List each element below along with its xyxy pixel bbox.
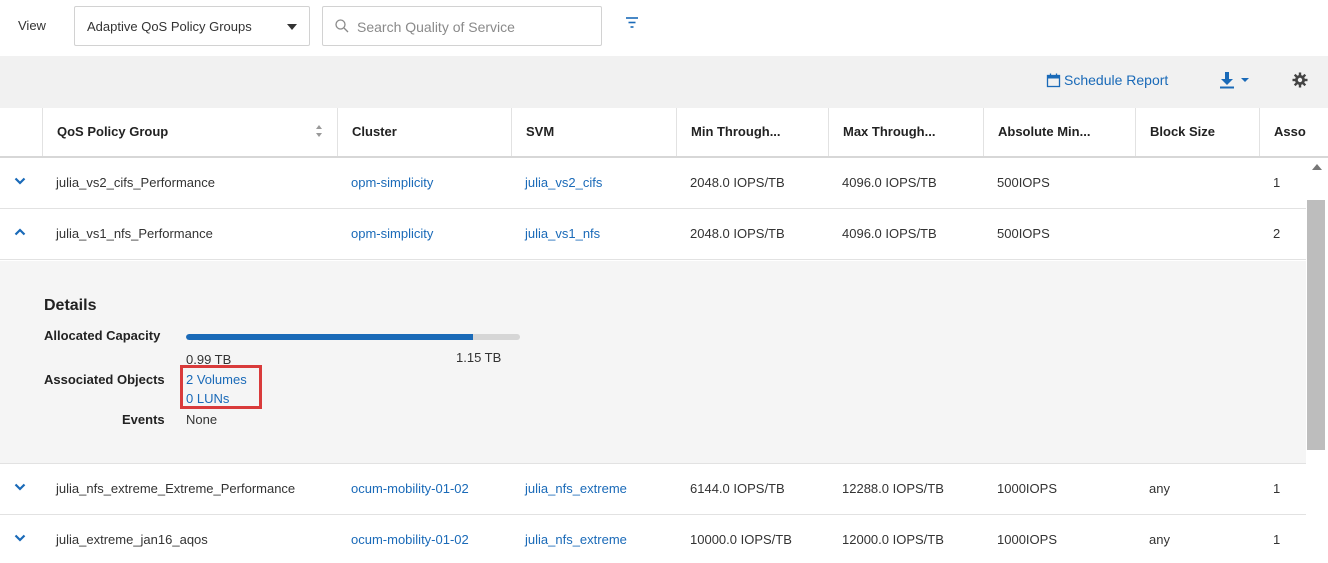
cell-svm-link[interactable]: julia_vs1_nfs <box>511 209 676 259</box>
table-header: QoS Policy Group Cluster SVM Min Through… <box>0 108 1328 158</box>
chevron-down-icon[interactable] <box>14 482 26 492</box>
search-box[interactable] <box>322 6 602 46</box>
table-action-bar: Schedule Report <box>0 56 1328 108</box>
table-row[interactable]: julia_vs1_nfs_Performance opm-simplicity… <box>0 209 1306 260</box>
chevron-up-icon[interactable] <box>14 227 26 237</box>
view-dropdown[interactable]: Adaptive QoS Policy Groups <box>74 6 310 46</box>
capacity-total-value: 1.15 TB <box>456 350 502 365</box>
details-title: Details <box>44 297 97 314</box>
column-header-max-throughput[interactable]: Max Through... <box>828 108 983 156</box>
events-label: Events <box>122 412 165 427</box>
column-header-label: Cluster <box>352 124 397 139</box>
scrollbar-thumb[interactable] <box>1307 200 1325 450</box>
cell-svm-link[interactable]: julia_nfs_extreme <box>511 464 676 514</box>
expand-column-header <box>0 108 42 156</box>
associated-objects-label: Associated Objects <box>44 372 165 387</box>
cell-block-size: any <box>1149 532 1170 547</box>
column-header-label: Min Through... <box>691 124 781 139</box>
allocated-capacity-bar <box>186 334 520 340</box>
column-header-label: Absolute Min... <box>998 124 1091 139</box>
view-dropdown-value: Adaptive QoS Policy Groups <box>87 19 252 34</box>
cell-associated: 1 <box>1273 175 1281 190</box>
chevron-down-icon <box>1241 78 1249 82</box>
cell-absolute-min: 500IOPS <box>997 226 1050 241</box>
cell-block-size <box>1135 158 1259 208</box>
events-value: None <box>186 412 218 427</box>
column-header-label: SVM <box>526 124 555 139</box>
cell-associated: 1 <box>1273 532 1281 547</box>
cell-policy-group: julia_nfs_extreme_Extreme_Performance <box>56 481 296 496</box>
column-header-label: QoS Policy Group <box>57 124 169 139</box>
column-header-min-throughput[interactable]: Min Through... <box>676 108 828 156</box>
filter-icon[interactable] <box>624 15 640 31</box>
cell-min-throughput: 2048.0 IOPS/TB <box>690 175 785 190</box>
scroll-up-arrow-icon[interactable] <box>1312 164 1322 170</box>
cell-min-throughput: 6144.0 IOPS/TB <box>690 481 785 496</box>
cell-absolute-min: 500IOPS <box>997 175 1050 190</box>
cell-block-size <box>1135 209 1259 259</box>
cell-min-throughput: 2048.0 IOPS/TB <box>690 226 785 241</box>
column-header-cluster[interactable]: Cluster <box>337 108 511 156</box>
row-details-panel: Details Allocated Capacity 0.99 TB 1.15 … <box>0 261 1306 464</box>
caret-down-icon <box>287 24 297 30</box>
column-header-label: Asso <box>1274 124 1306 139</box>
cell-svm-link[interactable]: julia_vs2_cifs <box>511 158 676 208</box>
chevron-down-icon[interactable] <box>14 176 26 186</box>
calendar-icon <box>1046 73 1061 87</box>
download-button[interactable] <box>1219 71 1251 89</box>
column-header-label: Max Through... <box>843 124 936 139</box>
table-row[interactable]: julia_vs2_cifs_Performance opm-simplicit… <box>0 158 1306 209</box>
cell-associated: 1 <box>1273 481 1281 496</box>
volumes-link[interactable]: 2 Volumes <box>186 372 247 387</box>
chevron-down-icon[interactable] <box>14 533 26 543</box>
allocated-capacity-fill <box>186 334 474 340</box>
cell-max-throughput: 4096.0 IOPS/TB <box>842 226 937 241</box>
cell-max-throughput: 12288.0 IOPS/TB <box>842 481 944 496</box>
download-icon <box>1220 72 1234 89</box>
cell-cluster-link[interactable]: opm-simplicity <box>337 158 511 208</box>
column-header-label: Block Size <box>1150 124 1216 139</box>
cell-cluster-link[interactable]: ocum-mobility-01-02 <box>337 515 511 563</box>
column-header-associated[interactable]: Asso <box>1259 108 1328 156</box>
cell-cluster-link[interactable]: opm-simplicity <box>337 209 511 259</box>
cell-absolute-min: 1000IOPS <box>997 481 1057 496</box>
allocated-capacity-label: Allocated Capacity <box>44 328 161 343</box>
table-row[interactable]: julia_nfs_extreme_Extreme_Performance oc… <box>0 464 1306 515</box>
cell-max-throughput: 4096.0 IOPS/TB <box>842 175 937 190</box>
cell-svm-link[interactable]: julia_nfs_extreme <box>511 515 676 563</box>
cell-policy-group: julia_vs1_nfs_Performance <box>56 226 213 241</box>
cell-max-throughput: 12000.0 IOPS/TB <box>842 532 944 547</box>
column-header-absolute-min[interactable]: Absolute Min... <box>983 108 1135 156</box>
schedule-report-button[interactable]: Schedule Report <box>1046 72 1168 88</box>
cell-min-throughput: 10000.0 IOPS/TB <box>690 532 792 547</box>
sort-icon[interactable] <box>315 124 323 138</box>
table-row[interactable]: julia_extreme_jan16_aqos ocum-mobility-0… <box>0 515 1306 563</box>
luns-link[interactable]: 0 LUNs <box>186 391 229 406</box>
column-header-qos-policy-group[interactable]: QoS Policy Group <box>42 108 337 156</box>
view-label: View <box>18 18 46 33</box>
toolbar: View Adaptive QoS Policy Groups <box>0 0 1328 56</box>
column-header-block-size[interactable]: Block Size <box>1135 108 1259 156</box>
cell-policy-group: julia_vs2_cifs_Performance <box>56 175 215 190</box>
table-scrollbar[interactable] <box>1306 158 1328 563</box>
cell-associated: 2 <box>1273 226 1281 241</box>
search-input[interactable] <box>357 17 587 37</box>
cell-policy-group: julia_extreme_jan16_aqos <box>56 532 208 547</box>
cell-absolute-min: 1000IOPS <box>997 532 1057 547</box>
schedule-report-label: Schedule Report <box>1064 72 1169 88</box>
column-header-svm[interactable]: SVM <box>511 108 676 156</box>
gear-icon[interactable] <box>1292 72 1308 88</box>
search-icon <box>335 19 349 33</box>
cell-cluster-link[interactable]: ocum-mobility-01-02 <box>337 464 511 514</box>
cell-block-size: any <box>1149 481 1170 496</box>
